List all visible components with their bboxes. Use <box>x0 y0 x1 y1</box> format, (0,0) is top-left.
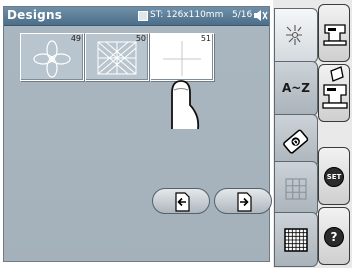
set-icon: SET <box>324 167 344 187</box>
previous-page-button[interactable] <box>152 188 210 214</box>
design-number: 49 <box>70 34 81 43</box>
question-icon: ? <box>324 227 344 247</box>
design-number: 50 <box>135 34 146 43</box>
page-forward-arrow-icon <box>237 192 252 212</box>
page-indicator: 5/16 <box>232 10 253 20</box>
sparkle-design-icon <box>286 25 302 45</box>
page-back-arrow-icon <box>175 192 190 212</box>
title-bar: Designs ST: 126x110mm 5/16 <box>4 7 269 26</box>
design-selection-panel: Designs ST: 126x110mm 5/16 49 50 51 <box>3 6 272 262</box>
design-thumbnail-50[interactable]: 50 <box>85 33 149 81</box>
tab-builtin-designs[interactable] <box>274 8 318 63</box>
sewing-machine-icon <box>323 24 347 46</box>
tab-alphabet-label: A~Z <box>281 81 311 95</box>
sewing-mode-button[interactable] <box>318 4 350 62</box>
tab-alphabet[interactable]: A~Z <box>274 61 318 116</box>
stitch-area-label: ST: 126x110mm <box>150 10 224 20</box>
design-thumbnail-51[interactable]: 51 <box>150 33 214 81</box>
tab-grid[interactable] <box>274 161 318 216</box>
design-thumbnail-49[interactable]: 49 <box>20 33 84 81</box>
grid-outline-icon <box>285 178 307 200</box>
next-page-button[interactable] <box>214 188 272 214</box>
fine-grid-icon <box>284 228 308 252</box>
hoop-size-icon <box>138 11 148 21</box>
design-number: 51 <box>200 34 211 43</box>
embroidery-screen: Designs ST: 126x110mm 5/16 49 50 51 A~Z … <box>0 0 352 268</box>
embroidery-machine-icon <box>322 66 348 109</box>
help-label: ? <box>330 230 338 244</box>
tab-grid-fine[interactable] <box>274 212 318 267</box>
pointing-finger-icon <box>171 80 200 130</box>
embroidery-mode-button[interactable] <box>318 64 350 122</box>
help-button[interactable]: ? <box>318 207 350 265</box>
settings-label: SET <box>326 173 342 181</box>
speaker-mute-icon[interactable] <box>253 8 268 23</box>
settings-button[interactable]: SET <box>318 147 350 205</box>
screen-title: Designs <box>7 8 63 22</box>
